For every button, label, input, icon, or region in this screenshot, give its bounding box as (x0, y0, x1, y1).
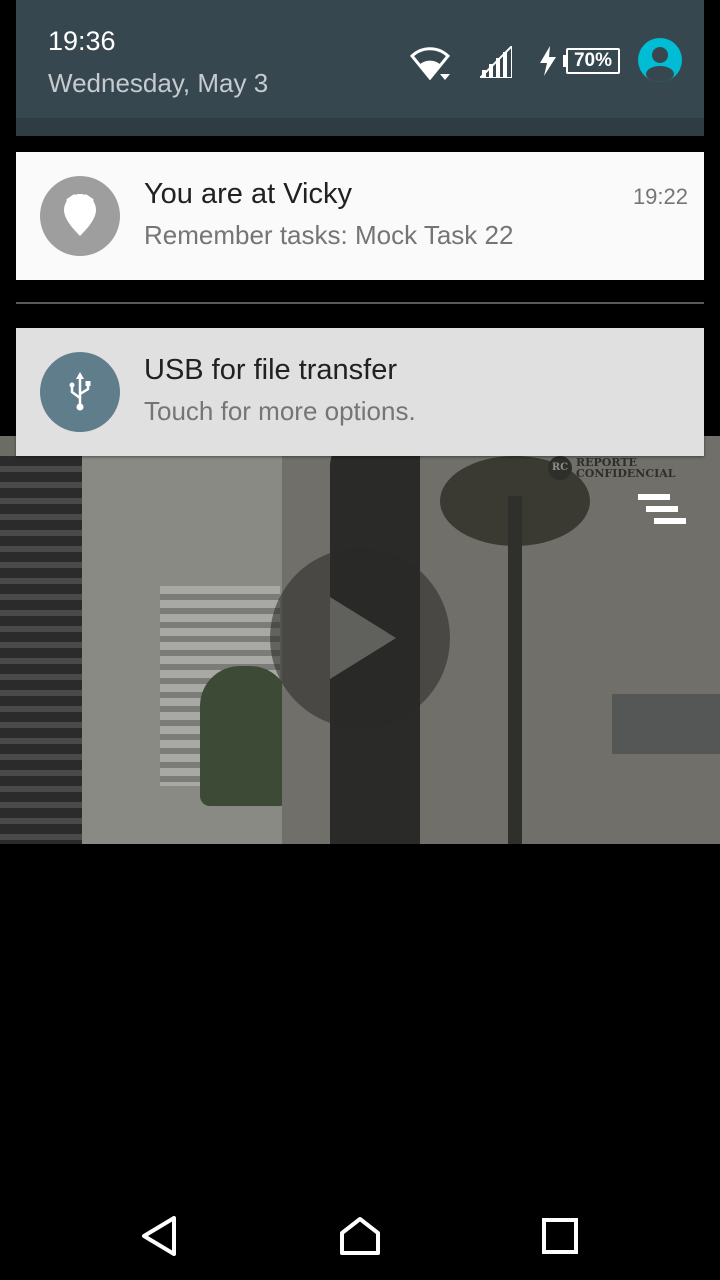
notification-text: Touch for more options. (144, 396, 416, 426)
video-frame-palm-trunk (508, 496, 522, 844)
notification-time: 19:22 (632, 184, 688, 209)
back-icon (142, 1216, 176, 1256)
recents-icon (542, 1218, 578, 1254)
notification-title: USB for file transfer (144, 354, 398, 386)
cell-signal-icon (480, 46, 512, 78)
user-avatar-icon[interactable] (638, 38, 682, 82)
quick-settings-header[interactable]: 19:36 Wednesday, May 3 70% (16, 0, 704, 136)
notification-icon-bg (40, 352, 120, 432)
usb-icon (69, 372, 91, 411)
charging-icon (540, 46, 556, 76)
recents-button[interactable] (530, 1210, 590, 1262)
menu-icon[interactable] (638, 494, 688, 530)
play-icon (330, 597, 396, 679)
notification-text: Remember tasks: Mock Task 22 (144, 220, 514, 250)
notification-title: You are at Vicky (144, 178, 352, 210)
notification-usb[interactable]: USB for file transfer Touch for more opt… (16, 328, 704, 456)
watermark-badge: RC (548, 456, 572, 480)
date[interactable]: Wednesday, May 3 (48, 68, 268, 99)
video-frame-tree (200, 666, 290, 806)
header-divider (16, 118, 704, 136)
home-button[interactable] (330, 1210, 390, 1262)
notification-divider (16, 302, 704, 304)
video-watermark: RC REPORTE CONFIDENCIAL (548, 456, 676, 480)
navigation-bar (0, 1192, 720, 1280)
back-button[interactable] (130, 1210, 190, 1262)
clock: 19:36 (48, 26, 116, 56)
play-button[interactable] (270, 548, 450, 728)
battery-icon: 70% (566, 48, 620, 74)
watermark-line2: CONFIDENCIAL (576, 467, 676, 480)
home-icon (340, 1217, 380, 1255)
video-player[interactable]: RC REPORTE CONFIDENCIAL (0, 436, 720, 844)
video-frame-window (612, 694, 720, 754)
notification-location[interactable]: You are at Vicky Remember tasks: Mock Ta… (16, 152, 704, 280)
location-pin-icon (64, 194, 96, 236)
wifi-icon (410, 47, 450, 80)
notification-icon-bg (40, 176, 120, 256)
video-frame-facade (0, 456, 82, 844)
